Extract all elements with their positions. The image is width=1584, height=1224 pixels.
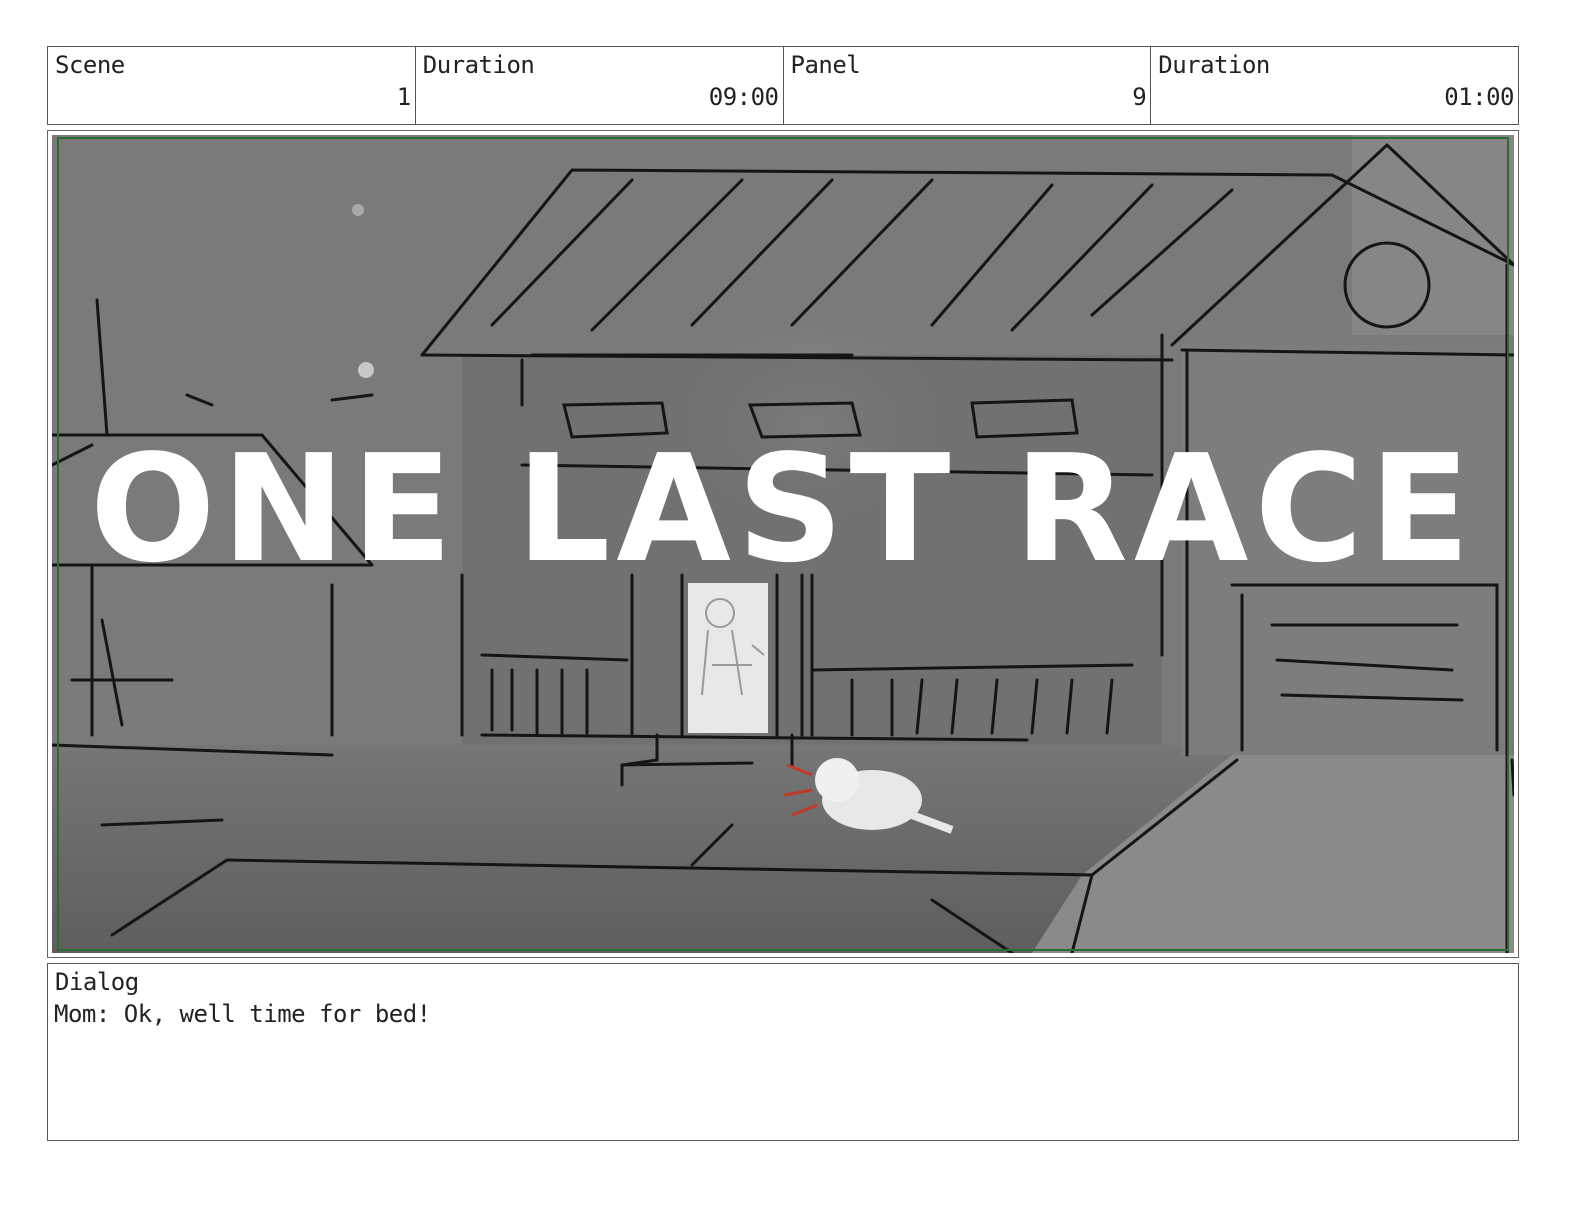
panel-header: Scene 1 Duration 09:00 Panel 9 Duration … (47, 46, 1519, 125)
dialog-box: Dialog Mom: Ok, well time for bed! (47, 963, 1519, 1141)
dialog-label: Dialog (55, 968, 139, 996)
panel-cell: Panel 9 (784, 47, 1152, 124)
scene-cell: Scene 1 (48, 47, 416, 124)
sky-fade-right (1352, 135, 1514, 335)
panel-number: 9 (1132, 83, 1147, 111)
panel-duration-value: 01:00 (1444, 83, 1514, 111)
scene-duration-label: Duration (422, 51, 535, 79)
panel-duration-cell: Duration 01:00 (1151, 47, 1518, 124)
scene-label: Scene (55, 51, 125, 79)
star-2 (358, 362, 374, 378)
title-card-text: ONE LAST RACE (90, 423, 1476, 595)
star-1 (352, 204, 364, 216)
front-door (688, 583, 768, 733)
scene-duration-cell: Duration 09:00 (416, 47, 784, 124)
scene-number: 1 (396, 83, 411, 111)
dialog-text: Mom: Ok, well time for bed! (54, 1000, 431, 1028)
scene-duration-value: 09:00 (708, 83, 779, 111)
storyboard-frame: ONE LAST RACE (47, 130, 1519, 958)
panel-label: Panel (790, 51, 861, 79)
storyboard-sketch: ONE LAST RACE (52, 135, 1514, 953)
panel-duration-label: Duration (1158, 51, 1270, 79)
house-sketch-illustration: ONE LAST RACE (52, 135, 1514, 953)
